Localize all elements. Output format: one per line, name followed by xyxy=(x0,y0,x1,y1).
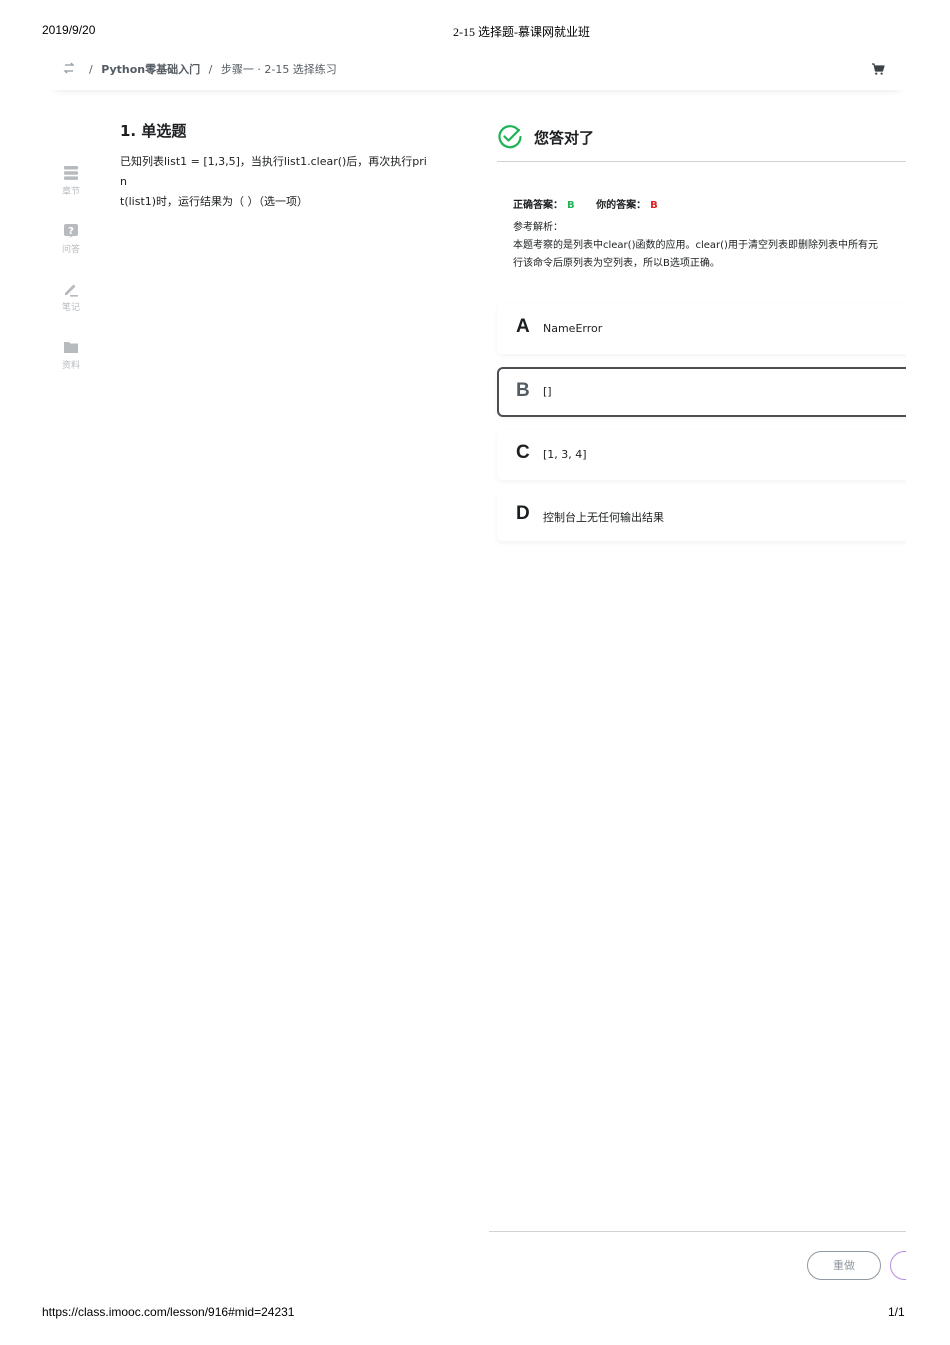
option-letter: A xyxy=(516,316,530,337)
check-circle-icon xyxy=(498,125,522,149)
breadcrumb-separator: / xyxy=(89,63,93,76)
result-text: 您答对了 xyxy=(534,129,595,147)
option-text: [1, 3, 4] xyxy=(543,448,587,461)
next-button[interactable] xyxy=(890,1251,906,1280)
analysis: 参考解析： 本题考察的是列表中clear()函数的应用。clear()用于清空列… xyxy=(513,219,906,273)
option-text: 控制台上无任何输出结果 xyxy=(543,511,664,524)
question-text: 已知列表list1 = [1,3,5]，当执行list1.clear()后，再次… xyxy=(120,152,430,212)
question-text-line: t(list1)时，运行结果为（ ）（选一项） xyxy=(120,195,309,208)
print-title: 2-15 选择题-慕课网就业班 xyxy=(453,25,590,39)
your-answer-value: B xyxy=(650,200,658,211)
breadcrumb-course-link[interactable]: Python零基础入门 xyxy=(101,63,200,76)
sidenav-item-label: 资料 xyxy=(61,361,80,371)
correct-answer-value: B xyxy=(567,200,575,211)
correct-answer-label: 正确答案： xyxy=(513,200,563,211)
sidenav-item-label: 章节 xyxy=(61,187,80,197)
option-text: NameError xyxy=(543,322,603,335)
qa-icon: ? xyxy=(64,224,78,238)
top-bar: / Python零基础入门 / 步骤一 · 2-15 选择练习 xyxy=(48,52,906,90)
sidenav-item-resources[interactable]: 资料 xyxy=(54,339,88,379)
question-title: 1. 单选题 xyxy=(120,122,187,140)
sidenav-item-qa[interactable]: ? 问答 xyxy=(54,223,88,263)
your-answer-label: 你的答案： xyxy=(596,200,647,211)
chapters-icon xyxy=(64,166,78,180)
option-text: [] xyxy=(543,385,552,398)
folder-icon xyxy=(64,342,78,353)
pencil-icon xyxy=(65,284,78,297)
print-page-number: 1/1 xyxy=(888,1305,905,1319)
divider xyxy=(489,1231,906,1232)
switch-icon[interactable] xyxy=(62,61,76,75)
analysis-text-line: 本题考察的是列表中clear()函数的应用。clear()用于清空列表即删除列表… xyxy=(513,240,878,251)
print-date: 2019/9/20 xyxy=(42,23,96,37)
option-a[interactable]: A NameError xyxy=(497,304,906,354)
cart-icon[interactable] xyxy=(871,62,885,76)
sidenav-item-label: 问答 xyxy=(61,245,80,255)
analysis-text-line: 行该命令后原列表为空列表，所以B选项正确。 xyxy=(513,258,720,269)
divider xyxy=(497,161,906,162)
svg-text:?: ? xyxy=(68,226,74,237)
analysis-label: 参考解析： xyxy=(513,222,563,233)
print-url: https://class.imooc.com/lesson/916#mid=2… xyxy=(42,1305,295,1319)
options-list: A NameError B [] C [1, 3, 4] D 控制台上无任何输出… xyxy=(490,300,906,560)
sidenav-item-label: 笔记 xyxy=(61,303,80,313)
answer-summary: 正确答案： B 你的答案： B xyxy=(513,196,658,211)
breadcrumb-separator: / xyxy=(208,63,213,76)
option-letter: D xyxy=(516,503,530,524)
sidenav-item-notes[interactable]: 笔记 xyxy=(54,281,88,321)
breadcrumb: / Python零基础入门 / 步骤一 · 2-15 选择练习 xyxy=(84,61,337,77)
breadcrumb-current-step: 步骤一 · 2-15 选择练习 xyxy=(220,63,337,76)
sidenav-item-chapters[interactable]: 章节 xyxy=(54,165,88,205)
option-b[interactable]: B [] xyxy=(497,367,906,417)
next-button-clip xyxy=(886,1248,906,1284)
option-letter: B xyxy=(516,380,530,401)
option-c[interactable]: C [1, 3, 4] xyxy=(497,430,906,480)
redo-button[interactable]: 重做 xyxy=(807,1251,881,1280)
option-letter: C xyxy=(516,442,530,463)
option-d[interactable]: D 控制台上无任何输出结果 xyxy=(497,491,906,541)
question-text-line: 已知列表list1 = [1,3,5]，当执行list1.clear()后，再次… xyxy=(120,155,427,188)
